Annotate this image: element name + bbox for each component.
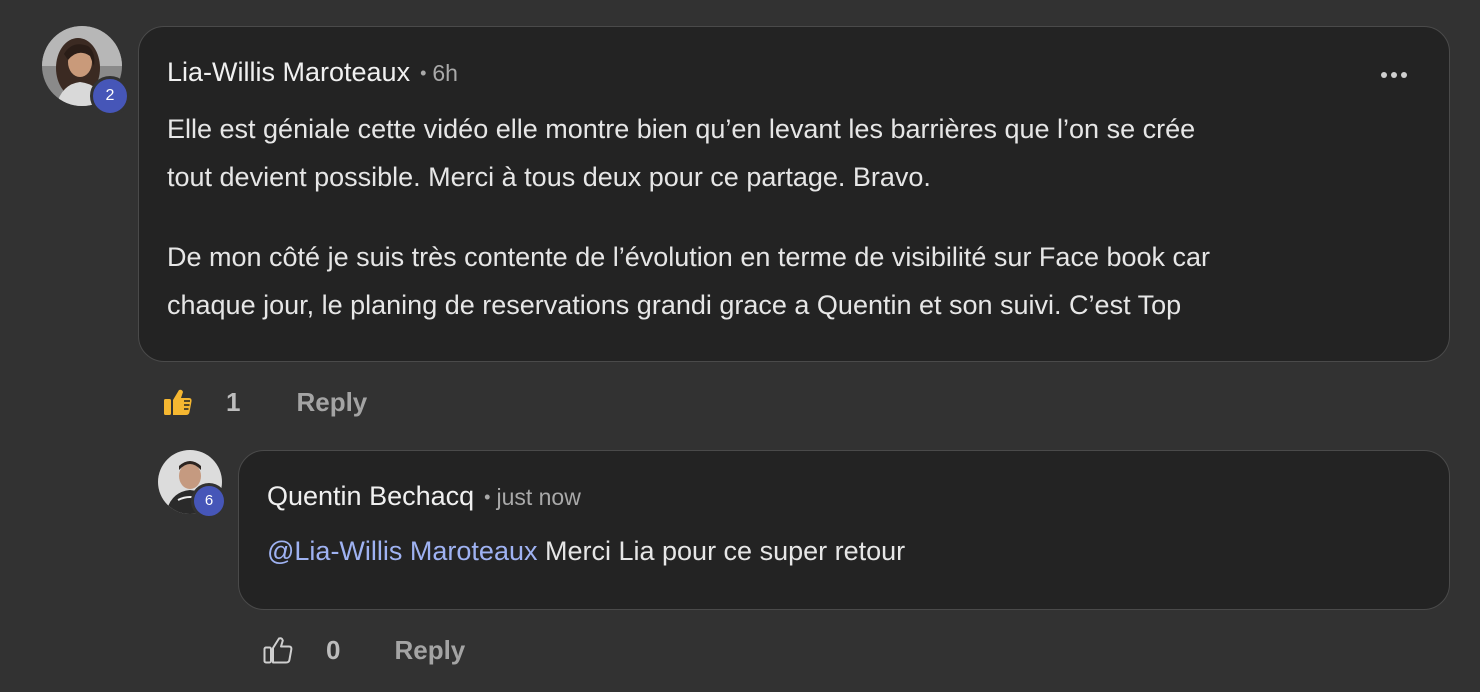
reply-actions: 0 Reply <box>262 630 465 670</box>
thumbs-up-filled-icon[interactable] <box>162 386 194 418</box>
comment-thread: 2 Lia-Willis Maroteaux • 6h Elle est géni… <box>0 0 1480 692</box>
more-options-icon[interactable] <box>1381 72 1407 78</box>
author-name[interactable]: Quentin Bechacq <box>267 481 474 512</box>
reply-header: Quentin Bechacq • just now <box>267 481 581 512</box>
timestamp: • just now <box>484 484 581 510</box>
like-count: 1 <box>226 386 241 417</box>
timestamp: • 6h <box>420 60 458 86</box>
comment-bubble: Lia-Willis Maroteaux • 6h Elle est génial… <box>138 26 1450 362</box>
reply-bubble: Quentin Bechacq • just now @Lia-Willis Ma… <box>238 450 1450 610</box>
like-count: 0 <box>326 634 341 665</box>
mention-link[interactable]: @Lia-Willis Maroteaux <box>267 536 537 566</box>
avatar[interactable]: 6 <box>158 450 227 519</box>
comment-actions: 1 Reply <box>162 382 367 422</box>
reply-button[interactable]: Reply <box>296 387 367 418</box>
reply-message: Merci Lia pour ce super retour <box>537 536 906 566</box>
comment-text-line: tout devient possible. Merci à tous deux… <box>167 162 931 192</box>
time-text: just now <box>496 484 581 510</box>
comment-text-line: chaque jour, le planing de reservations … <box>167 290 1182 320</box>
author-name[interactable]: Lia-Willis Maroteaux <box>167 57 410 88</box>
thumbs-up-icon[interactable] <box>262 634 294 666</box>
comment-text-line: De mon côté je suis très contente de l’é… <box>167 242 1211 272</box>
level-badge: 2 <box>90 76 130 116</box>
reply-text: @Lia-Willis Maroteaux Merci Lia pour ce … <box>267 527 905 575</box>
comment-header: Lia-Willis Maroteaux • 6h <box>167 57 458 88</box>
level-badge: 6 <box>191 483 227 519</box>
avatar[interactable]: 2 <box>42 26 130 116</box>
time-text: 6h <box>432 60 458 86</box>
comment-text-line: Elle est géniale cette vidéo elle montre… <box>167 114 1196 144</box>
reply-button[interactable]: Reply <box>394 635 465 666</box>
